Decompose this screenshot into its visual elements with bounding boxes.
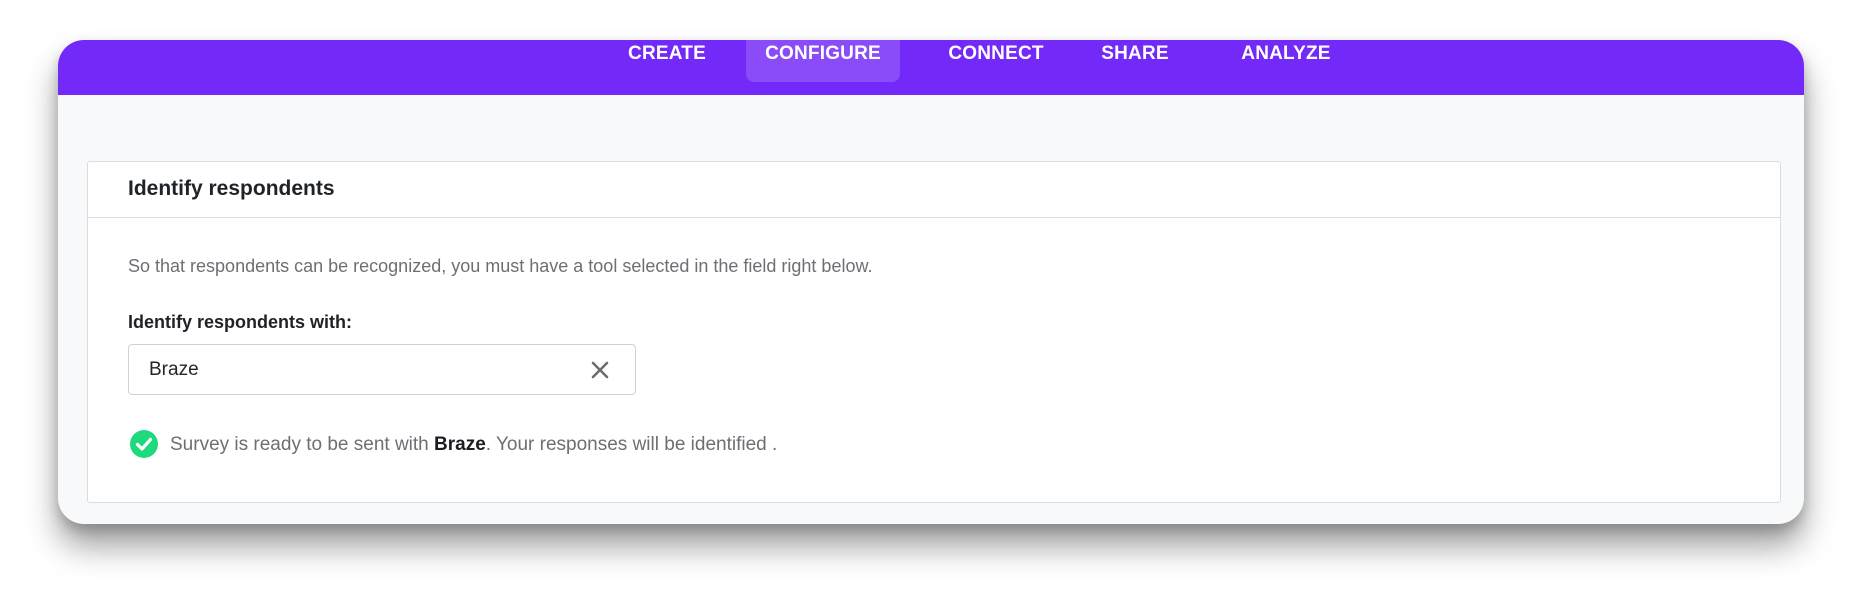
card-description: So that respondents can be recognized, y… bbox=[128, 256, 873, 276]
tab-analyze[interactable]: ANALYZE bbox=[1221, 40, 1351, 82]
select-value: Braze bbox=[149, 359, 199, 380]
check-circle-icon bbox=[130, 430, 158, 458]
tab-create[interactable]: CREATE bbox=[601, 40, 733, 82]
tab-connect[interactable]: CONNECT bbox=[928, 40, 1064, 82]
status-prefix: Survey is ready to be sent with bbox=[170, 434, 435, 455]
top-nav-bar: CREATE CONFIGURE CONNECT SHARE ANALYZE bbox=[58, 40, 1804, 95]
nav-tabs: CREATE CONFIGURE CONNECT SHARE ANALYZE bbox=[58, 40, 1804, 95]
identify-tool-select[interactable]: Braze bbox=[128, 344, 636, 395]
status-text: Survey is ready to be sent with Braze. Y… bbox=[170, 434, 777, 456]
status-suffix: . Your responses will be identified . bbox=[485, 434, 778, 455]
identify-with-label: Identify respondents with: bbox=[128, 312, 353, 332]
app-window: CREATE CONFIGURE CONNECT SHARE ANALYZE I… bbox=[58, 40, 1804, 524]
tab-share[interactable]: SHARE bbox=[1083, 40, 1187, 82]
card-header: Identify respondents bbox=[88, 162, 1780, 218]
identify-respondents-card: Identify respondents So that respondents… bbox=[87, 161, 1781, 503]
status-tool-name: Braze bbox=[434, 434, 486, 455]
close-icon[interactable] bbox=[589, 359, 611, 381]
tab-configure[interactable]: CONFIGURE bbox=[746, 40, 900, 82]
card-title: Identify respondents bbox=[128, 177, 335, 200]
